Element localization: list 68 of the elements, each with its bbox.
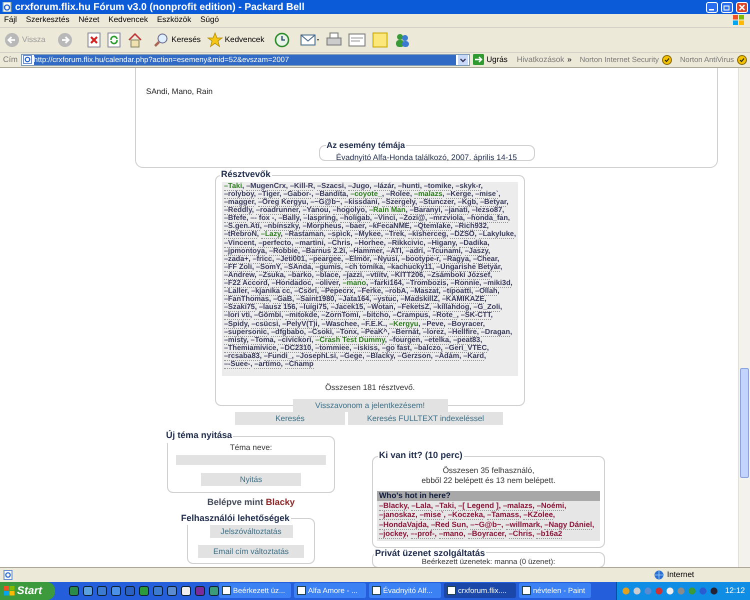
windows-flag-icon	[4, 586, 15, 596]
panel-title: Új téma nyitása	[165, 429, 234, 442]
messenger-people-icon[interactable]	[394, 32, 410, 48]
ie-page-icon	[2, 2, 12, 12]
ie-page-icon	[22, 55, 32, 64]
topic-name-field[interactable]	[176, 454, 326, 465]
panel-title: Az esemény témája	[326, 139, 406, 152]
star-icon	[206, 32, 223, 48]
norton-badge-icon	[662, 54, 672, 65]
zone-text: Internet	[667, 569, 696, 581]
button[interactable]: Email cím változtatás	[198, 545, 304, 558]
home-icon[interactable]	[127, 32, 144, 48]
total-text: Összesen 181 résztvevő.	[325, 382, 415, 394]
links-toolbar-label[interactable]: Hivatkozások	[516, 54, 564, 66]
restore-icon[interactable]	[721, 2, 733, 12]
window-icon	[297, 586, 306, 596]
printer-icon[interactable]	[326, 32, 342, 48]
app-icon[interactable]	[181, 586, 191, 596]
clock-text: 12:12	[724, 584, 745, 597]
panel-header: Who's hot in here?	[377, 490, 600, 501]
summary-text: Összesen 35 felhasználó,	[442, 466, 536, 476]
close-icon[interactable]	[736, 2, 748, 12]
windows-flag-icon	[732, 14, 746, 26]
norton-badge-icon	[737, 54, 747, 65]
mail-icon[interactable]	[300, 32, 320, 48]
desktop-icon[interactable]	[69, 586, 79, 596]
app-icon[interactable]	[83, 586, 93, 596]
menu-item[interactable]: Kedvencek	[108, 14, 148, 26]
menu-item[interactable]: Nézet	[78, 14, 100, 26]
button[interactable]: Keresés	[235, 412, 345, 426]
window-icon	[447, 586, 456, 596]
page-status-icon	[3, 570, 13, 580]
scrollbar-thumb[interactable]	[740, 368, 749, 478]
go-button[interactable]: Ugrás	[473, 54, 508, 66]
menu-item[interactable]: Eszközök	[156, 14, 192, 26]
magnifier-icon	[153, 32, 170, 48]
window-icon	[372, 586, 381, 596]
button[interactable]: Keresés FULLTEXT indexeléssel	[348, 412, 503, 426]
event-topic-text: Évadnyitó Alfa-Honda találkozó, 2007. április 14-15	[336, 152, 517, 164]
history-icon[interactable]	[274, 32, 290, 48]
window-icon	[522, 586, 531, 596]
address-label: Cím	[3, 54, 18, 66]
menu-item[interactable]: Fájl	[4, 14, 17, 26]
panel-title: Felhasználói lehetőségek	[180, 512, 291, 525]
logged-in-text: Belépve mint Blacky	[207, 496, 295, 510]
button[interactable]: Jelszóváltoztatás	[210, 525, 292, 538]
panel-title: Ki van itt? (10 perc)	[378, 449, 464, 462]
menu-item[interactable]: Szerkesztés	[26, 14, 70, 26]
search-button[interactable]: Keresés	[153, 32, 201, 48]
menu-item[interactable]: Súgó	[200, 14, 219, 26]
button[interactable]: Nyitás	[201, 472, 301, 486]
panel-title: Privát üzenet szolgáltatás	[374, 548, 486, 558]
refresh-icon[interactable]	[107, 32, 122, 48]
stop-icon[interactable]	[87, 32, 102, 48]
summary-text: ebből 22 belépett és 13 nem belépett.	[420, 476, 556, 486]
start-button[interactable]: Start	[0, 582, 55, 600]
go-arrow-icon	[473, 54, 484, 66]
window-title: crxforum.flix.hu Fórum v3.0 (nonprofit edition) - Packard Bell	[15, 0, 306, 14]
favorites-button[interactable]: Kedvencek	[206, 32, 264, 48]
attendees-text: SAndi, Mano, Rain	[146, 86, 214, 98]
minimize-icon[interactable]	[706, 2, 718, 12]
window-icon	[222, 586, 231, 596]
chevron-button[interactable]: »	[567, 54, 572, 66]
field-label: Téma neve:	[230, 442, 272, 453]
panel-title: Résztvevők	[220, 168, 272, 182]
button[interactable]: Visszavonom a jelentkezésem!	[292, 398, 448, 412]
edit-page-icon[interactable]	[348, 32, 366, 48]
dropdown-icon	[458, 54, 468, 65]
